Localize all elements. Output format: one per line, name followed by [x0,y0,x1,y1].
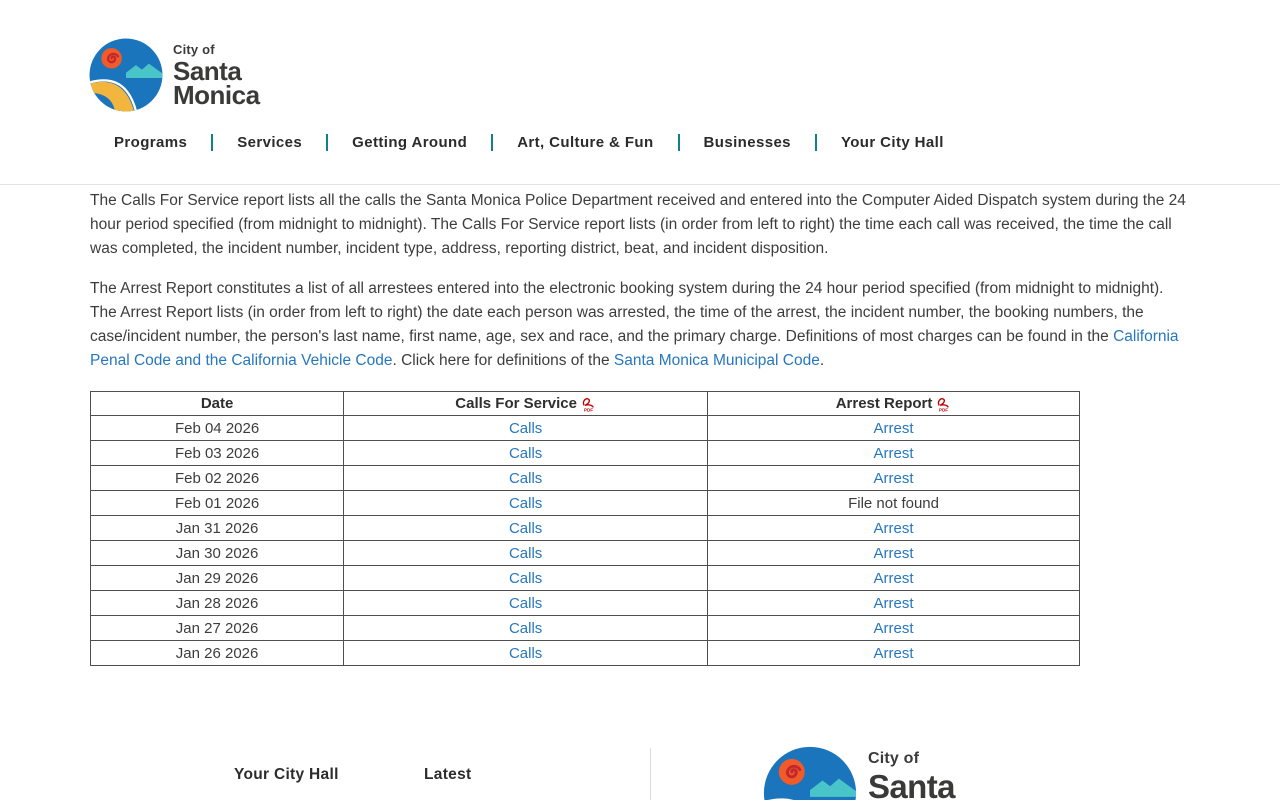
date-cell: Feb 02 2026 [89,465,345,491]
paragraph-text: . Click here for definitions of the [392,352,614,369]
file-not-found-text: File not found [848,494,939,512]
date-cell: Feb 04 2026 [89,415,345,441]
nav-item-art-culture-fun[interactable]: Art, Culture & Fun [517,134,653,151]
table-row: Jan 30 2026 Calls Arrest [89,540,1080,566]
footer-heading-your-city-hall[interactable]: Your City Hall [234,766,339,784]
column-header-calls: Calls For Service PDF [343,391,709,416]
table-row: Jan 28 2026 Calls Arrest [89,590,1080,616]
table-row: Jan 26 2026 Calls Arrest [89,640,1080,666]
calls-link[interactable]: Calls [509,570,542,587]
date-cell: Jan 28 2026 [89,590,345,616]
calls-link[interactable]: Calls [509,495,542,512]
arrest-report-description: The Arrest Report constitutes a list of … [90,277,1190,373]
footer-heading-latest[interactable]: Latest [424,766,471,784]
calls-link[interactable]: Calls [509,545,542,562]
site-header: City of Santa Monica Programs Services G… [0,0,1280,185]
page: City of Santa Monica Programs Services G… [0,0,1280,800]
table-row: Feb 03 2026 Calls Arrest [89,440,1080,466]
calls-link[interactable]: Calls [509,520,542,537]
arrest-link[interactable]: Arrest [874,570,914,587]
site-logo-text: City of Santa Monica [173,42,260,110]
arrest-link[interactable]: Arrest [874,445,914,462]
santa-monica-logo-icon [763,746,857,800]
arrest-link[interactable]: Arrest [874,520,914,537]
arrest-link[interactable]: Arrest [874,545,914,562]
svg-text:PDF: PDF [584,407,593,412]
date-cell: Feb 01 2026 [89,490,345,516]
calls-link[interactable]: Calls [509,620,542,637]
main-content: The Calls For Service report lists all t… [89,186,1190,666]
nav-separator [326,134,329,151]
table-row: Jan 31 2026 Calls Arrest [89,515,1080,541]
paragraph-text: The Arrest Report constitutes a list of … [90,280,1164,345]
date-cell: Jan 26 2026 [89,640,345,666]
column-header-date: Date [89,391,345,416]
calls-link[interactable]: Calls [509,420,542,437]
table-header-row: Date Calls For Service PDF Arrest Report… [89,391,1080,416]
main-nav: Programs Services Getting Around Art, Cu… [114,134,944,151]
arrest-link[interactable]: Arrest [874,645,914,662]
nav-item-services[interactable]: Services [237,134,302,151]
nav-item-programs[interactable]: Programs [114,134,187,151]
svg-text:PDF: PDF [939,407,948,412]
arrest-link[interactable]: Arrest [874,420,914,437]
table-row: Feb 02 2026 Calls Arrest [89,465,1080,491]
paragraph-text: . [819,352,825,369]
date-cell: Jan 31 2026 [89,515,345,541]
date-cell: Feb 03 2026 [89,440,345,466]
calls-link[interactable]: Calls [509,445,542,462]
calls-for-service-description: The Calls For Service report lists all t… [90,192,1186,257]
footer-logo-text: City of Santa Monica [868,750,955,800]
calls-link[interactable]: Calls [509,595,542,612]
reports-table: Date Calls For Service PDF Arrest Report… [89,391,1080,666]
arrest-link[interactable]: Arrest [874,620,914,637]
date-cell: Jan 29 2026 [89,565,345,591]
municipal-code-link[interactable]: Santa Monica Municipal Code [614,352,820,369]
calls-link[interactable]: Calls [509,470,542,487]
nav-item-businesses[interactable]: Businesses [704,134,791,151]
table-row: Feb 04 2026 Calls Arrest [89,415,1080,441]
nav-item-your-city-hall[interactable]: Your City Hall [841,134,944,151]
nav-separator [677,134,680,151]
pdf-icon: PDF [938,398,950,412]
arrest-link[interactable]: Arrest [874,595,914,612]
date-cell: Jan 30 2026 [89,540,345,566]
nav-separator [491,134,494,151]
date-cell: Jan 27 2026 [89,615,345,641]
table-row: Jan 29 2026 Calls Arrest [89,565,1080,591]
site-logo[interactable]: City of Santa Monica [88,37,260,113]
nav-separator [814,134,817,151]
arrest-link[interactable]: Arrest [874,470,914,487]
column-header-arrest: Arrest Report PDF [707,391,1080,416]
table-row: Feb 01 2026 Calls File not found [89,490,1080,516]
table-row: Jan 27 2026 Calls Arrest [89,615,1080,641]
nav-item-getting-around[interactable]: Getting Around [352,134,467,151]
footer-divider [650,748,651,800]
santa-monica-logo-icon [89,38,163,112]
calls-link[interactable]: Calls [509,645,542,662]
footer-logo[interactable]: City of Santa Monica [762,745,978,800]
nav-separator [211,134,214,151]
pdf-icon: PDF [582,398,594,412]
